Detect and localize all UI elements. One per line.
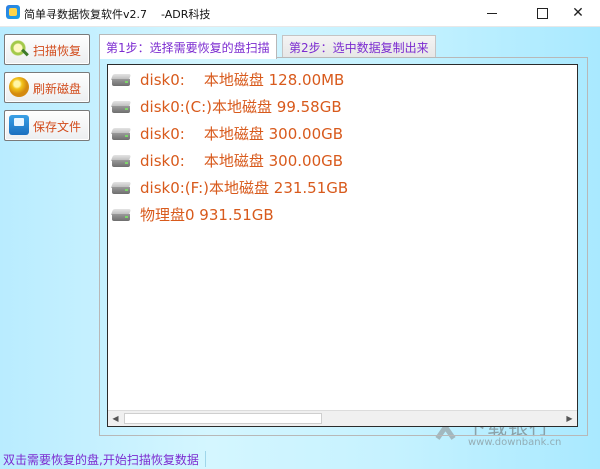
refresh-lightbulb-icon (9, 77, 29, 97)
horizontal-scrollbar[interactable]: ◀ ▶ (108, 410, 577, 426)
disk-item-label: disk0: 本地磁盘 300.00GB (140, 151, 344, 170)
list-item[interactable]: 物理盘0 931.51GB (110, 203, 274, 225)
save-folder-icon (9, 115, 29, 135)
minimize-icon (487, 12, 497, 14)
watermark-sub-text: www.downbank.cn (468, 437, 562, 448)
list-item[interactable]: disk0:(F:)本地磁盘 231.51GB (110, 176, 349, 198)
list-item[interactable]: disk0: 本地磁盘 300.00GB (110, 122, 344, 144)
close-button[interactable]: ✕ (556, 0, 600, 26)
save-file-button[interactable]: 保存文件 (4, 110, 90, 141)
window-title: 简单寻数据恢复软件v2.7 -ADR科技 (24, 8, 211, 21)
magnifier-scan-icon (9, 39, 29, 59)
status-text: 双击需要恢复的盘,开始扫描恢复数据 (3, 452, 199, 467)
disk-item-label: disk0: 本地磁盘 128.00MB (140, 70, 345, 89)
status-divider (205, 451, 206, 467)
disk-item-label: disk0:(C:)本地磁盘 99.58GB (140, 97, 342, 116)
refresh-disk-button[interactable]: 刷新磁盘 (4, 72, 90, 103)
disk-item-label: 物理盘0 931.51GB (140, 205, 274, 224)
disk-item-label: disk0: 本地磁盘 300.00GB (140, 124, 344, 143)
hard-disk-icon (110, 74, 132, 88)
scan-recover-button[interactable]: 扫描恢复 (4, 34, 90, 65)
list-item[interactable]: disk0:(C:)本地磁盘 99.58GB (110, 95, 342, 117)
main-client-area: 扫描恢复 刷新磁盘 保存文件 第1步：选择需要恢复的盘扫描 第2步：选中数据复制… (0, 27, 600, 469)
hard-disk-icon (110, 182, 132, 196)
scroll-right-icon[interactable]: ▶ (562, 411, 577, 426)
tab-page-step1: disk0: 本地磁盘 128.00MB disk0:(C:)本地磁盘 99.5… (99, 57, 588, 436)
status-bar: 双击需要恢复的盘,开始扫描恢复数据 (0, 449, 600, 469)
tab-step1[interactable]: 第1步：选择需要恢复的盘扫描 (99, 34, 277, 59)
app-icon (6, 5, 20, 19)
hard-disk-icon (110, 101, 132, 115)
scroll-left-icon[interactable]: ◀ (108, 411, 123, 426)
action-sidebar: 扫描恢复 刷新磁盘 保存文件 (4, 34, 92, 148)
close-icon: ✕ (572, 5, 584, 21)
hard-disk-icon (110, 155, 132, 169)
disk-listbox[interactable]: disk0: 本地磁盘 128.00MB disk0:(C:)本地磁盘 99.5… (107, 64, 578, 427)
hard-disk-icon (110, 209, 132, 223)
refresh-disk-label: 刷新磁盘 (33, 82, 82, 96)
list-item[interactable]: disk0: 本地磁盘 300.00GB (110, 149, 344, 171)
maximize-icon (536, 7, 548, 19)
title-bar: 简单寻数据恢复软件v2.7 -ADR科技 ✕ (0, 0, 600, 27)
hard-disk-icon (110, 128, 132, 142)
save-file-label: 保存文件 (33, 120, 82, 134)
scrollbar-thumb[interactable] (124, 413, 322, 424)
disk-item-label: disk0:(F:)本地磁盘 231.51GB (140, 178, 349, 197)
minimize-button[interactable] (470, 0, 514, 26)
scan-recover-label: 扫描恢复 (33, 44, 82, 58)
list-item[interactable]: disk0: 本地磁盘 128.00MB (110, 68, 345, 90)
tab-step2[interactable]: 第2步：选中数据复制出来 (282, 35, 436, 58)
